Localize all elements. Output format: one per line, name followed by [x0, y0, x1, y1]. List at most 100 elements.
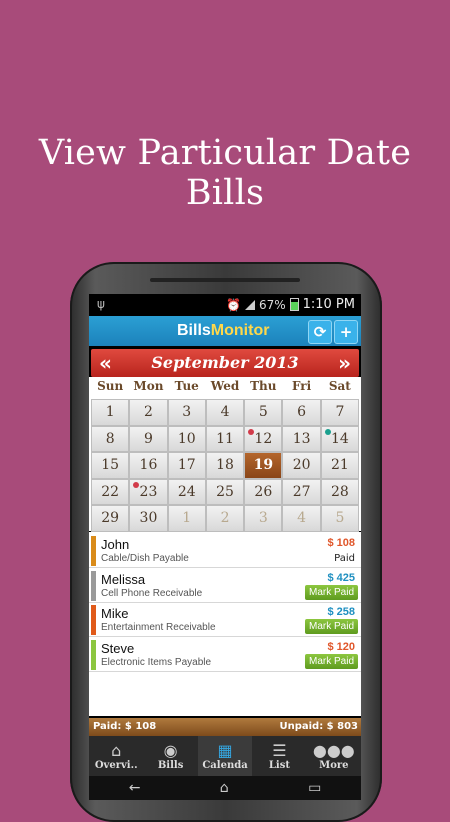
day-number: 1 — [182, 510, 192, 526]
calendar-day[interactable]: 30 — [129, 505, 168, 532]
calendar-day[interactable]: 11 — [205, 425, 245, 452]
bill-payee: John — [101, 537, 130, 552]
bill-payee: Mike — [101, 606, 129, 621]
bill-row[interactable]: Steve Electronic Items Payable $ 120 Mark P… — [89, 638, 361, 672]
phone-speaker — [150, 278, 300, 282]
category-color-bar — [91, 570, 96, 601]
day-number: 30 — [139, 510, 158, 526]
day-number: 21 — [331, 457, 349, 473]
calendar-day[interactable]: 1 — [91, 399, 130, 426]
calendar-day[interactable]: 5 — [244, 399, 283, 426]
next-month-button[interactable]: » — [338, 351, 351, 375]
mark-paid-button[interactable]: Mark Paid — [304, 653, 358, 669]
calendar-day[interactable]: 3 — [244, 505, 283, 532]
bill-row[interactable]: Mike Entertainment Receivable $ 258 Mark Pa… — [89, 603, 361, 637]
calendar-day[interactable]: 16 — [129, 452, 168, 479]
calendar-day[interactable]: 2 — [129, 399, 168, 426]
calendar-day[interactable]: 9 — [129, 425, 168, 452]
calendar-day[interactable]: 10 — [167, 425, 206, 452]
calendar-day[interactable]: 21 — [320, 452, 360, 479]
calendar: Sun Mon Tue Wed Thu Fri Sat 1 2 3 4 5 6 7 8 9 10 11 12 13 1… — [89, 377, 361, 532]
category-color-bar — [91, 536, 96, 566]
weekday-label: Sun — [97, 379, 124, 393]
tab-label: Calenda — [202, 760, 248, 771]
calendar-day[interactable]: 3 — [167, 399, 206, 426]
bill-row[interactable]: John Cable/Dish Payable $ 108 Paid — [89, 534, 361, 568]
calendar-day[interactable]: 25 — [205, 478, 245, 505]
phone-screen: ψ ⏰ 67% 1:10 PM BillsMonitor ⟳ + « Septe… — [89, 294, 361, 800]
calendar-day-selected[interactable]: 19 — [244, 452, 283, 479]
paid-total: Paid: $ 108 — [93, 721, 157, 732]
calendar-day[interactable]: 17 — [167, 452, 206, 479]
battery-icon — [289, 298, 299, 311]
bill-amount: $ 108 — [327, 537, 355, 549]
day-number: 4 — [297, 510, 307, 526]
day-number: 25 — [216, 483, 234, 500]
calendar-day[interactable]: 18 — [205, 452, 245, 479]
day-number: 5 — [258, 404, 268, 420]
tab-bills[interactable]: ◉ Bills — [143, 736, 197, 776]
list-icon: ☰ — [272, 741, 287, 760]
tab-overvi[interactable]: ⌂ Overvi.. — [89, 736, 143, 776]
calendar-day[interactable]: 13 — [282, 425, 321, 452]
mark-paid-button[interactable]: Mark Paid — [304, 584, 358, 600]
calendar-day[interactable]: 4 — [282, 505, 321, 532]
unpaid-total: Unpaid: $ 803 — [279, 721, 358, 732]
weekday-label: Wed — [210, 379, 240, 393]
calendar-day[interactable]: 22 — [91, 478, 130, 505]
calendar-day[interactable]: 24 — [167, 478, 206, 505]
system-nav-bar: ← ⌂ ▭ — [89, 776, 361, 800]
calendar-day[interactable]: 20 — [282, 452, 321, 479]
totals-bar: Paid: $ 108 Unpaid: $ 803 — [89, 718, 361, 736]
calendar-day[interactable]: 2 — [205, 505, 245, 532]
add-bill-button[interactable]: + — [334, 320, 358, 344]
bill-amount: $ 425 — [327, 571, 355, 584]
sync-button[interactable]: ⟳ — [308, 320, 332, 344]
day-number: 14 — [331, 430, 349, 447]
bottom-tab-bar: ⌂ Overvi.. ◉ Bills ▦ Calenda ☰ List ●●● More — [89, 736, 361, 776]
calendar-day[interactable]: 15 — [91, 452, 130, 479]
calendar-day[interactable]: 4 — [205, 399, 245, 426]
day-number: 4 — [220, 404, 230, 420]
home-icon[interactable]: ⌂ — [220, 780, 229, 796]
bill-list: John Cable/Dish Payable $ 108 Paid Melissa Ce… — [89, 532, 361, 716]
day-number: 9 — [143, 430, 153, 447]
category-color-bar — [91, 639, 96, 670]
calendar-day[interactable]: 27 — [282, 478, 321, 505]
weekday-label: Thu — [250, 379, 277, 393]
weekday-header: Sun Mon Tue Wed Thu Fri Sat — [91, 379, 359, 397]
weekday-label: Tue — [174, 379, 199, 393]
bill-indicator-dot — [248, 428, 255, 435]
sync-icon: ⟳ — [313, 323, 327, 341]
calendar-day[interactable]: 1 — [167, 505, 206, 532]
day-number: 11 — [216, 430, 234, 447]
calendar-day[interactable]: 7 — [320, 399, 360, 426]
calendar-day[interactable]: 23 — [129, 478, 168, 505]
back-icon[interactable]: ← — [129, 780, 141, 796]
calendar-day[interactable]: 5 — [320, 505, 360, 532]
tab-calenda[interactable]: ▦ Calenda — [197, 736, 253, 776]
month-title: September 2013 — [151, 353, 299, 372]
calendar-day[interactable]: 28 — [320, 478, 360, 505]
calendar-day[interactable]: 29 — [91, 505, 130, 532]
day-number: 3 — [258, 510, 268, 526]
tab-more[interactable]: ●●● More — [307, 736, 361, 776]
calendar-day[interactable]: 26 — [244, 478, 283, 505]
calendar-day[interactable]: 14 — [320, 425, 360, 452]
day-number: 16 — [139, 457, 158, 473]
bill-row[interactable]: Melissa Cell Phone Receivable $ 425 Mark Pa… — [89, 569, 361, 603]
day-number: 29 — [101, 510, 120, 526]
calendar-day[interactable]: 12 — [244, 425, 283, 452]
day-number: 8 — [105, 430, 115, 447]
app-logo: BillsMonitor — [177, 322, 270, 339]
paid-status: Paid — [334, 553, 355, 564]
mark-paid-button[interactable]: Mark Paid — [304, 619, 358, 634]
recent-apps-icon[interactable]: ▭ — [308, 780, 321, 796]
tab-label: List — [268, 760, 290, 771]
calendar-day[interactable]: 8 — [91, 425, 130, 452]
day-number: 5 — [335, 510, 345, 526]
day-number: 1 — [105, 404, 115, 420]
calendar-day[interactable]: 6 — [282, 399, 321, 426]
tab-list[interactable]: ☰ List — [252, 736, 306, 776]
day-number: 13 — [292, 430, 311, 447]
